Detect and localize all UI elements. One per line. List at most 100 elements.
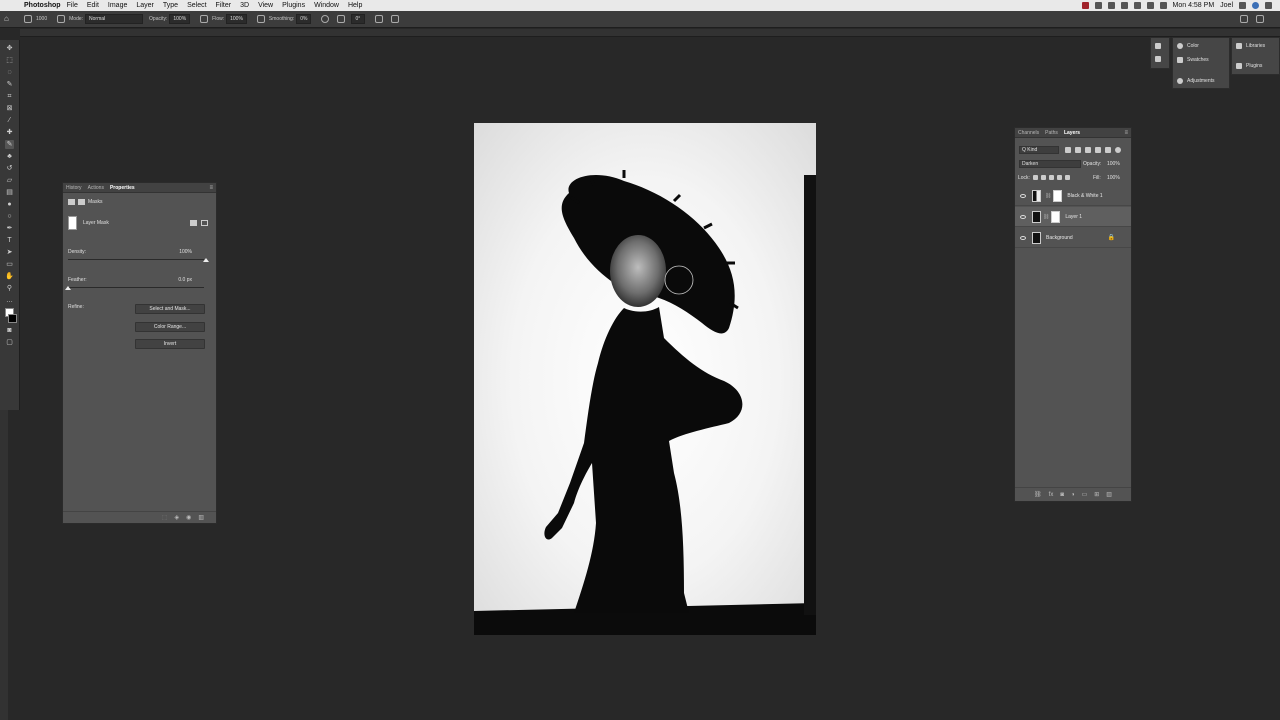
- pixel-mask-icon[interactable]: [68, 199, 75, 205]
- marquee-tool-icon[interactable]: ⬚: [5, 56, 14, 65]
- lock-transparent-icon[interactable]: [1033, 175, 1038, 180]
- path-select-tool-icon[interactable]: ➤: [5, 248, 14, 257]
- app-name[interactable]: Photoshop: [24, 2, 61, 9]
- toggle-mask-icon[interactable]: ◉: [186, 514, 191, 521]
- crop-tool-icon[interactable]: ⌗: [5, 92, 14, 101]
- siri-icon[interactable]: [1252, 2, 1259, 9]
- character-icon[interactable]: [1155, 43, 1161, 49]
- delete-layer-icon[interactable]: ▥: [1106, 491, 1112, 498]
- history-brush-tool-icon[interactable]: ↺: [5, 164, 14, 173]
- layer-mask-thumbnail[interactable]: [1053, 189, 1063, 202]
- fill-input[interactable]: 100%: [1107, 175, 1120, 181]
- visibility-eye-icon[interactable]: [1020, 193, 1026, 198]
- brush-size[interactable]: 1000: [36, 16, 47, 22]
- wifi-icon[interactable]: [1146, 2, 1154, 9]
- add-mask-icon[interactable]: ◙: [1060, 492, 1064, 498]
- apply-mask-icon[interactable]: ◈: [174, 514, 179, 521]
- menu-window[interactable]: Window: [314, 2, 339, 9]
- quick-select-tool-icon[interactable]: ✎: [5, 80, 14, 89]
- horizontal-ruler[interactable]: [20, 29, 1280, 37]
- lock-all-icon[interactable]: [1065, 175, 1070, 180]
- menu-extra-icon[interactable]: [1094, 2, 1102, 9]
- search-icon[interactable]: [1239, 2, 1246, 9]
- recording-icon[interactable]: [1081, 2, 1089, 9]
- paragraph-icon[interactable]: [1155, 56, 1161, 62]
- vector-mask-icon[interactable]: [78, 199, 85, 205]
- menu-type[interactable]: Type: [163, 2, 178, 9]
- layer-row-layer-1[interactable]: ⛓ Layer 1: [1015, 207, 1131, 227]
- panel-menu-icon[interactable]: ≡: [209, 185, 213, 191]
- pressure-size-icon[interactable]: [375, 15, 384, 23]
- dock-adjustments[interactable]: Adjustments: [1177, 78, 1215, 84]
- eyedropper-tool-icon[interactable]: ⁄: [5, 116, 14, 125]
- layer-style-icon[interactable]: fx: [1049, 492, 1054, 498]
- mode-select[interactable]: Normal: [85, 14, 144, 24]
- dropbox-icon[interactable]: [1107, 2, 1115, 9]
- layer-thumbnail[interactable]: [1032, 210, 1041, 223]
- opacity-input[interactable]: 100%: [1107, 161, 1120, 167]
- type-tool-icon[interactable]: T: [5, 236, 14, 245]
- layer-row-background[interactable]: Background 🔒: [1015, 228, 1131, 248]
- invert-button[interactable]: Invert: [135, 339, 205, 349]
- search-icon[interactable]: [1240, 15, 1248, 23]
- layer-mask-thumbnail[interactable]: [1051, 210, 1061, 223]
- home-icon[interactable]: ⌂: [4, 15, 16, 23]
- menu-3d[interactable]: 3D: [240, 2, 249, 9]
- clone-stamp-tool-icon[interactable]: ♣: [5, 152, 14, 161]
- density-value[interactable]: 100%: [179, 249, 192, 255]
- filter-adjustment-icon[interactable]: [1075, 147, 1081, 153]
- bluetooth-icon[interactable]: [1133, 2, 1141, 9]
- background-color-swatch[interactable]: [8, 314, 17, 323]
- mask-thumbnail[interactable]: [68, 216, 77, 230]
- layer-name[interactable]: Layer 1: [1065, 214, 1082, 220]
- eraser-tool-icon[interactable]: ▱: [5, 176, 14, 185]
- notification-center-icon[interactable]: [1265, 2, 1272, 9]
- gradient-tool-icon[interactable]: ▤: [5, 188, 14, 197]
- delete-mask-icon[interactable]: ▥: [198, 514, 204, 521]
- feather-slider-handle[interactable]: [65, 286, 71, 290]
- frame-tool-icon[interactable]: ⊠: [5, 104, 14, 113]
- lock-image-icon[interactable]: [1041, 175, 1046, 180]
- lasso-tool-icon[interactable]: ◌: [5, 68, 14, 77]
- layer-filter-select[interactable]: Q Kind: [1019, 146, 1059, 154]
- tab-layers[interactable]: Layers: [1064, 130, 1080, 136]
- brush-tool-icon[interactable]: ✎: [5, 140, 14, 149]
- dock-color[interactable]: Color: [1177, 43, 1199, 49]
- screen-mode-icon[interactable]: ▢: [5, 338, 14, 347]
- menu-image[interactable]: Image: [108, 2, 127, 9]
- lock-artboard-icon[interactable]: [1057, 175, 1062, 180]
- menu-file[interactable]: File: [67, 2, 78, 9]
- link-layers-icon[interactable]: ⛓: [1034, 491, 1042, 498]
- feather-slider[interactable]: [68, 287, 204, 288]
- color-range-button[interactable]: Color Range...: [135, 322, 205, 332]
- density-slider-handle[interactable]: [203, 258, 209, 262]
- brush-panel-icon[interactable]: [57, 15, 66, 23]
- time-machine-icon[interactable]: [1120, 2, 1128, 9]
- add-vector-mask-icon[interactable]: [201, 220, 208, 226]
- volume-icon[interactable]: [1159, 2, 1167, 9]
- opacity-input[interactable]: 100%: [169, 14, 191, 24]
- dock-libraries[interactable]: Libraries: [1236, 43, 1265, 49]
- symmetry-icon[interactable]: [391, 15, 400, 23]
- document-canvas[interactable]: [474, 123, 816, 635]
- lock-position-icon[interactable]: [1049, 175, 1054, 180]
- menu-layer[interactable]: Layer: [136, 2, 154, 9]
- hand-tool-icon[interactable]: ✋: [5, 272, 14, 281]
- new-group-icon[interactable]: ▭: [1082, 491, 1088, 498]
- feather-value[interactable]: 0.0 px: [178, 277, 192, 283]
- smoothing-input[interactable]: 0%: [296, 14, 312, 24]
- pen-tool-icon[interactable]: ✒: [5, 224, 14, 233]
- filter-type-icon[interactable]: [1085, 147, 1091, 153]
- menu-plugins[interactable]: Plugins: [282, 2, 305, 9]
- menu-select[interactable]: Select: [187, 2, 206, 9]
- dock-plugins[interactable]: Plugins: [1236, 63, 1262, 69]
- vertical-ruler[interactable]: [0, 410, 8, 720]
- select-and-mask-button[interactable]: Select and Mask...: [135, 304, 205, 314]
- tab-channels[interactable]: Channels: [1018, 130, 1039, 136]
- tab-history[interactable]: History: [66, 185, 82, 191]
- healing-brush-tool-icon[interactable]: ✚: [5, 128, 14, 137]
- more-tools-icon[interactable]: …: [5, 296, 14, 305]
- layer-row-black-white[interactable]: ⛓ Black & White 1: [1015, 186, 1131, 206]
- select-pixel-mask-icon[interactable]: [190, 220, 197, 226]
- load-selection-icon[interactable]: ⬚: [162, 514, 168, 521]
